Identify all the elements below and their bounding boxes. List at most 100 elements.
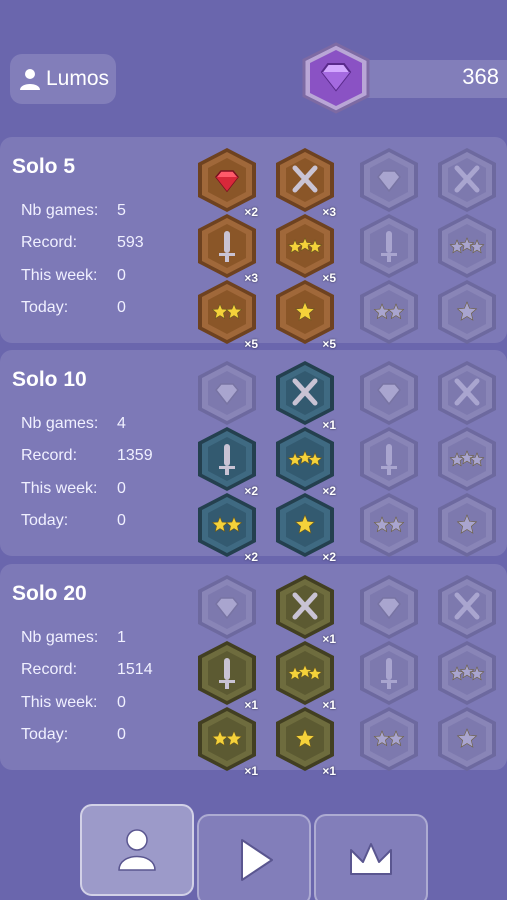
- swords-icon: [438, 148, 496, 212]
- stat-value: 593: [117, 234, 144, 251]
- achievement-badge[interactable]: [430, 358, 504, 428]
- mode-panel-solo-5: Solo 5 Nb games: 5 Record: 593 This week: 0 Tod…: [0, 137, 507, 351]
- gem-icon: [360, 148, 418, 212]
- badge-multiplier: ×1: [244, 764, 258, 778]
- achievement-badge[interactable]: [352, 211, 426, 281]
- stat-value: 1: [117, 629, 126, 646]
- mode-panel-solo-20: Solo 20 Nb games: 1 Record: 1514 This week: 0 T…: [0, 564, 507, 778]
- gem-icon: [360, 575, 418, 639]
- achievement-badge[interactable]: [430, 704, 504, 774]
- badge-multiplier: ×2: [322, 550, 336, 564]
- achievement-badge[interactable]: ×3: [268, 145, 342, 219]
- tab-play[interactable]: [197, 814, 311, 900]
- stat-label: Record:: [21, 661, 78, 678]
- panel-title: Solo 20: [12, 582, 87, 605]
- username: Lumos: [46, 67, 110, 90]
- stat-label: Record:: [21, 447, 78, 464]
- badge-multiplier: ×5: [322, 337, 336, 351]
- three-stars-icon: [438, 214, 496, 278]
- achievement-badge[interactable]: ×2: [190, 424, 264, 498]
- mode-panel-solo-10: Solo 10 Nb games: 4 Record: 1359 This week: 0 T…: [0, 350, 507, 564]
- panel-title: Solo 5: [12, 155, 76, 178]
- achievement-badge[interactable]: ×1: [190, 704, 264, 778]
- achievement-badge[interactable]: ×2: [190, 490, 264, 564]
- achievement-badge[interactable]: ×5: [268, 211, 342, 285]
- swords-icon: [438, 575, 496, 639]
- stat-label: This week:: [21, 267, 98, 284]
- user-icon: [20, 69, 40, 90]
- stat-value: 1514: [117, 661, 153, 678]
- achievement-badge[interactable]: ×1: [190, 638, 264, 712]
- one-star-icon: [438, 707, 496, 771]
- achievement-badge[interactable]: [352, 424, 426, 494]
- achievement-badge[interactable]: ×2: [268, 424, 342, 498]
- one-star-icon: [438, 280, 496, 344]
- play-icon: [241, 839, 273, 881]
- gem-icon: [198, 575, 256, 639]
- stat-label: Nb games:: [21, 629, 99, 646]
- achievement-badge[interactable]: [352, 145, 426, 215]
- two-stars-icon: [360, 280, 418, 344]
- achievement-badge[interactable]: [430, 277, 504, 347]
- achievement-badge[interactable]: ×3: [190, 211, 264, 285]
- gem-icon: [198, 361, 256, 425]
- stat-value: 0: [117, 267, 126, 284]
- badge-multiplier: ×2: [244, 550, 258, 564]
- achievement-badge[interactable]: ×2: [190, 145, 264, 219]
- achievement-badge[interactable]: ×1: [268, 704, 342, 778]
- achievement-badge[interactable]: [430, 572, 504, 642]
- stat-value: 4: [117, 415, 126, 432]
- sword-icon: [360, 214, 418, 278]
- stat-label: Today:: [21, 512, 69, 529]
- stat-value: 0: [117, 480, 126, 497]
- gem-icon: [360, 361, 418, 425]
- achievement-badge[interactable]: [430, 638, 504, 708]
- achievement-badge[interactable]: [430, 211, 504, 281]
- three-stars-icon: [438, 427, 496, 491]
- achievement-badge[interactable]: ×1: [268, 572, 342, 646]
- achievement-badge[interactable]: [352, 277, 426, 347]
- profile-icon: [118, 829, 156, 871]
- one-star-icon: [438, 493, 496, 557]
- achievement-badge[interactable]: ×5: [190, 277, 264, 351]
- achievement-badge[interactable]: ×2: [268, 490, 342, 564]
- stat-value: 0: [117, 726, 126, 743]
- achievement-badge[interactable]: [352, 572, 426, 642]
- achievement-badge[interactable]: [430, 424, 504, 494]
- achievement-badge[interactable]: [352, 358, 426, 428]
- achievement-badge[interactable]: [352, 704, 426, 774]
- user-profile-pill[interactable]: Lumos: [10, 54, 116, 104]
- stat-label: Today:: [21, 726, 69, 743]
- two-stars-icon: [360, 493, 418, 557]
- stat-label: Nb games:: [21, 202, 99, 219]
- badge-multiplier: ×5: [244, 337, 258, 351]
- achievement-badge[interactable]: ×1: [268, 638, 342, 712]
- stat-value: 0: [117, 299, 126, 316]
- stat-value: 5: [117, 202, 126, 219]
- stat-value: 0: [117, 512, 126, 529]
- badge-multiplier: ×1: [322, 764, 336, 778]
- panel-title: Solo 10: [12, 368, 87, 391]
- stat-label: Nb games:: [21, 415, 99, 432]
- tab-leaderboard[interactable]: [314, 814, 428, 900]
- tab-profile[interactable]: [80, 804, 194, 896]
- swords-icon: [438, 361, 496, 425]
- achievement-badge[interactable]: [430, 490, 504, 560]
- crown-icon: [350, 843, 392, 875]
- achievement-badge[interactable]: [430, 145, 504, 215]
- sword-icon: [360, 641, 418, 705]
- three-stars-icon: [438, 641, 496, 705]
- achievement-badge[interactable]: [190, 572, 264, 642]
- stat-label: Today:: [21, 299, 69, 316]
- stat-value: 1359: [117, 447, 153, 464]
- gem-count: 368: [462, 64, 499, 89]
- achievement-badge[interactable]: ×1: [268, 358, 342, 432]
- achievement-badge[interactable]: [352, 490, 426, 560]
- achievement-badge[interactable]: [352, 638, 426, 708]
- stat-value: 0: [117, 694, 126, 711]
- stat-label: This week:: [21, 480, 98, 497]
- achievement-badge[interactable]: ×5: [268, 277, 342, 351]
- stat-label: Record:: [21, 234, 78, 251]
- achievement-badge[interactable]: [190, 358, 264, 428]
- sword-icon: [360, 427, 418, 491]
